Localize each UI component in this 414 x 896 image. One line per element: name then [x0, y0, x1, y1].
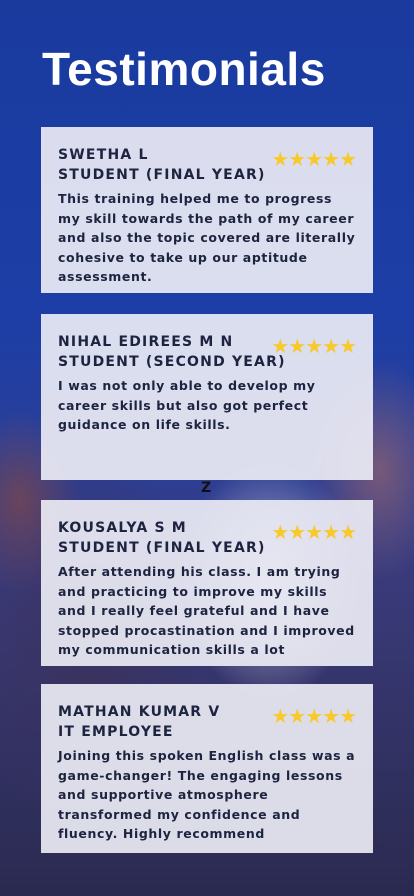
- testimonial-text: I was not only able to develop my career…: [58, 378, 316, 432]
- testimonial-text: This training helped me to progress my s…: [58, 191, 356, 284]
- page-title: Testimonials: [42, 43, 326, 95]
- star-rating-icon: ★★★★★: [271, 147, 357, 171]
- testimonial-text: After attending his class. I am trying a…: [58, 564, 355, 657]
- testimonials-page: Testimonials SWETHA L STUDENT (FINAL YEA…: [0, 0, 414, 896]
- star-rating-icon: ★★★★★: [271, 520, 357, 544]
- testimonial-card: MATHAN KUMAR V IT EMPLOYEE ★★★★★ Joining…: [41, 684, 373, 853]
- marker-text: Z: [201, 480, 212, 496]
- testimonial-card: KOUSALYA S M STUDENT (FINAL YEAR) ★★★★★ …: [41, 500, 373, 666]
- star-rating-icon: ★★★★★: [271, 334, 357, 358]
- star-rating-icon: ★★★★★: [271, 704, 357, 728]
- testimonial-text: Joining this spoken English class was a …: [58, 748, 356, 841]
- testimonial-card: SWETHA L STUDENT (FINAL YEAR) ★★★★★ This…: [41, 127, 373, 293]
- testimonial-card: NIHAL EDIREES M N STUDENT (SECOND YEAR) …: [41, 314, 373, 480]
